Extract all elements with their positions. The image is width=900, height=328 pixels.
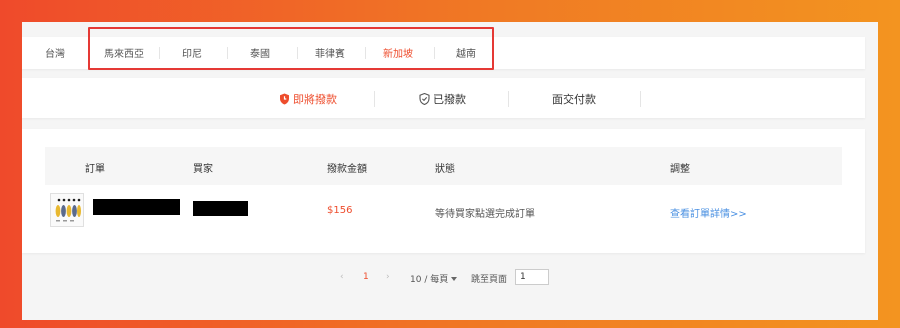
page-size-select[interactable]: 10 / 每頁: [410, 272, 458, 285]
tab-upcoming-payout[interactable]: 即將撥款: [279, 91, 337, 108]
divider: [374, 91, 375, 107]
next-page-button[interactable]: ›: [386, 272, 390, 282]
caret-down-icon: [451, 277, 458, 281]
payment-status-tab-bar: 即將撥款 已撥款 面交付款: [22, 78, 865, 118]
divider: [640, 91, 641, 107]
column-header-payout-amount: 撥款金額: [327, 164, 367, 175]
column-header-buyer: 買家: [193, 164, 213, 175]
redacted-buyer-name: [193, 201, 248, 216]
payout-amount: $156: [327, 205, 353, 216]
view-order-details-link[interactable]: 查看訂單詳情>>: [670, 205, 747, 220]
tab-paid-out-label: 已撥款: [433, 93, 466, 106]
pagination: ‹ 1 › 10 / 每頁 跳至頁面: [22, 268, 865, 288]
region-tabs-highlight-box: [88, 27, 494, 70]
tab-paid-out[interactable]: 已撥款: [419, 91, 466, 108]
goto-page-label: 跳至頁面: [471, 275, 508, 285]
product-thumbnail[interactable]: [50, 193, 84, 227]
column-header-adjustment: 調整: [670, 164, 690, 175]
seller-centre-panel: 台灣 馬來西亞 印尼 泰國 菲律賓 新加坡 越南 即將撥款 已撥款 面交付款 訂…: [22, 22, 878, 320]
page-size-label: 10 / 每頁: [410, 275, 449, 285]
redacted-order-id: [93, 199, 180, 215]
column-header-status: 狀態: [435, 164, 455, 175]
tab-cash-on-delivery[interactable]: 面交付款: [552, 91, 596, 107]
table-header: 訂單 買家 撥款金額 狀態 調整: [45, 147, 842, 185]
order-status: 等待買家點選完成訂單: [435, 209, 535, 220]
tab-region-taiwan[interactable]: 台灣: [45, 45, 65, 60]
column-header-order: 訂單: [85, 164, 105, 175]
divider: [508, 91, 509, 107]
tab-upcoming-payout-label: 即將撥款: [293, 93, 337, 106]
shield-check-icon: [419, 92, 430, 108]
orders-panel: 訂單 買家 撥款金額 狀態 調整 $156 等待買家點選完成訂單 查看訂單詳情>…: [22, 129, 865, 253]
goto-page-input[interactable]: [515, 269, 549, 285]
page-1-button[interactable]: 1: [363, 272, 369, 282]
prev-page-button[interactable]: ‹: [340, 272, 344, 282]
shield-clock-icon: [279, 93, 290, 108]
table-row: $156 等待買家點選完成訂單 查看訂單詳情>>: [45, 185, 842, 235]
